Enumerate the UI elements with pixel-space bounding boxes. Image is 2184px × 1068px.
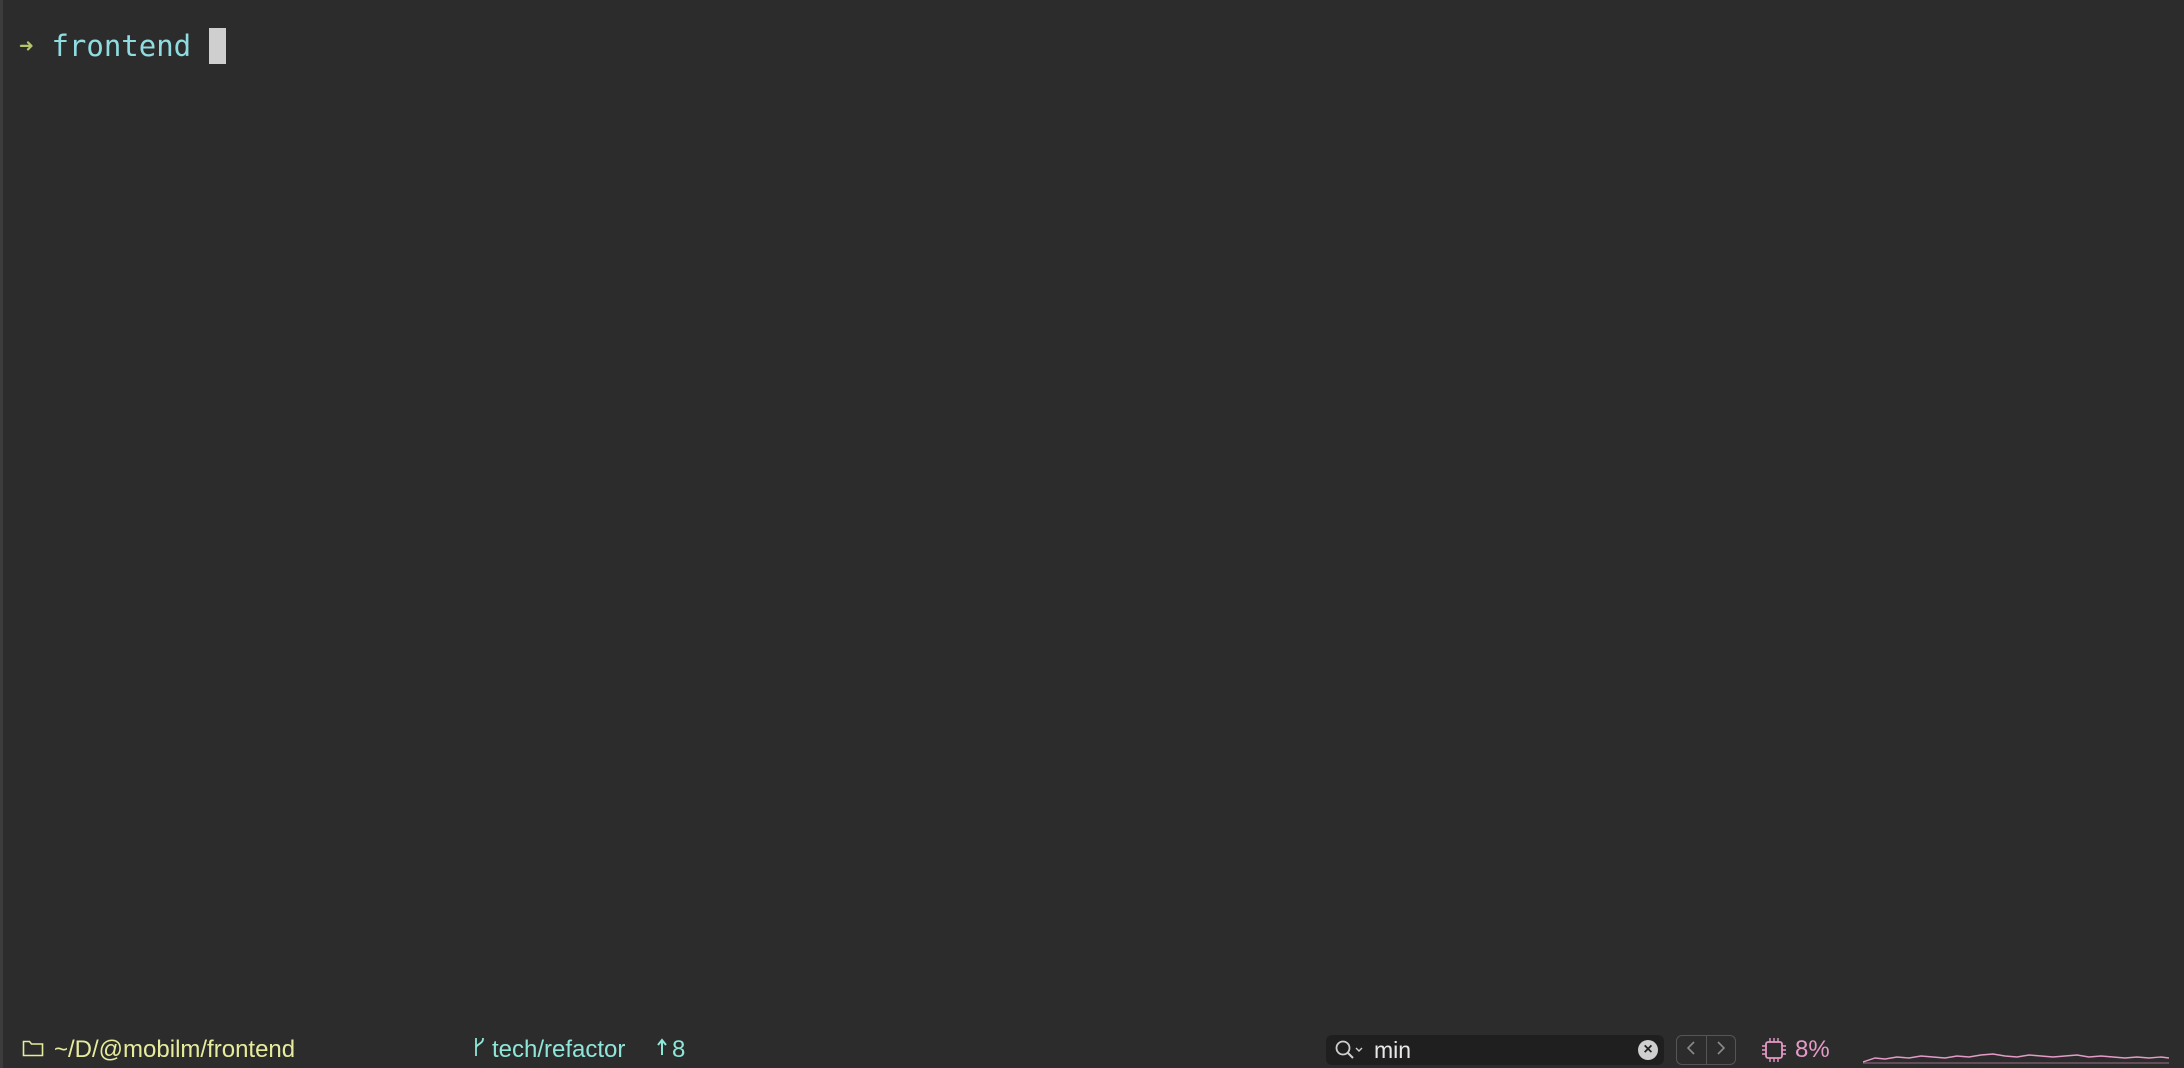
search-field[interactable]: × bbox=[1326, 1035, 1664, 1065]
chevron-right-icon bbox=[1716, 1039, 1726, 1062]
terminal-content[interactable]: ➜ frontend bbox=[6, 0, 2184, 1032]
prompt-directory: frontend bbox=[51, 29, 192, 63]
text-cursor bbox=[209, 28, 227, 64]
status-path[interactable]: ~/D/@mobilm/frontend bbox=[22, 1032, 295, 1068]
terminal-window: ➜ frontend ~/D/@mobilm/frontend tech/ref… bbox=[0, 0, 2184, 1068]
status-git-branch[interactable]: tech/refactor bbox=[472, 1032, 625, 1068]
up-arrow-icon bbox=[656, 1037, 668, 1063]
search-input[interactable] bbox=[1374, 1036, 1624, 1064]
cpu-icon bbox=[1761, 1037, 1787, 1063]
branch-label: tech/refactor bbox=[492, 1036, 626, 1063]
path-label: ~/D/@mobilm/frontend bbox=[54, 1036, 296, 1063]
folder-icon bbox=[22, 1036, 44, 1064]
prompt-line: ➜ frontend bbox=[19, 26, 227, 66]
git-branch-icon bbox=[472, 1036, 486, 1065]
clear-icon[interactable]: × bbox=[1638, 1040, 1658, 1060]
prompt-arrow-icon: ➜ bbox=[19, 32, 34, 60]
status-cpu[interactable]: 8% bbox=[1761, 1032, 1830, 1068]
previous-match-button[interactable] bbox=[1677, 1036, 1706, 1064]
status-commits-ahead[interactable]: 8 bbox=[656, 1032, 685, 1068]
search-navigation bbox=[1676, 1035, 1736, 1065]
cpu-percent: 8% bbox=[1795, 1036, 1830, 1063]
status-bar: ~/D/@mobilm/frontend tech/refactor 8 min… bbox=[6, 1032, 2184, 1068]
chevron-left-icon bbox=[1686, 1039, 1696, 1062]
ahead-count: 8 bbox=[672, 1036, 686, 1063]
search-icon[interactable] bbox=[1334, 1039, 1364, 1061]
cpu-sparkline bbox=[1863, 1053, 2169, 1064]
next-match-button[interactable] bbox=[1705, 1036, 1736, 1064]
